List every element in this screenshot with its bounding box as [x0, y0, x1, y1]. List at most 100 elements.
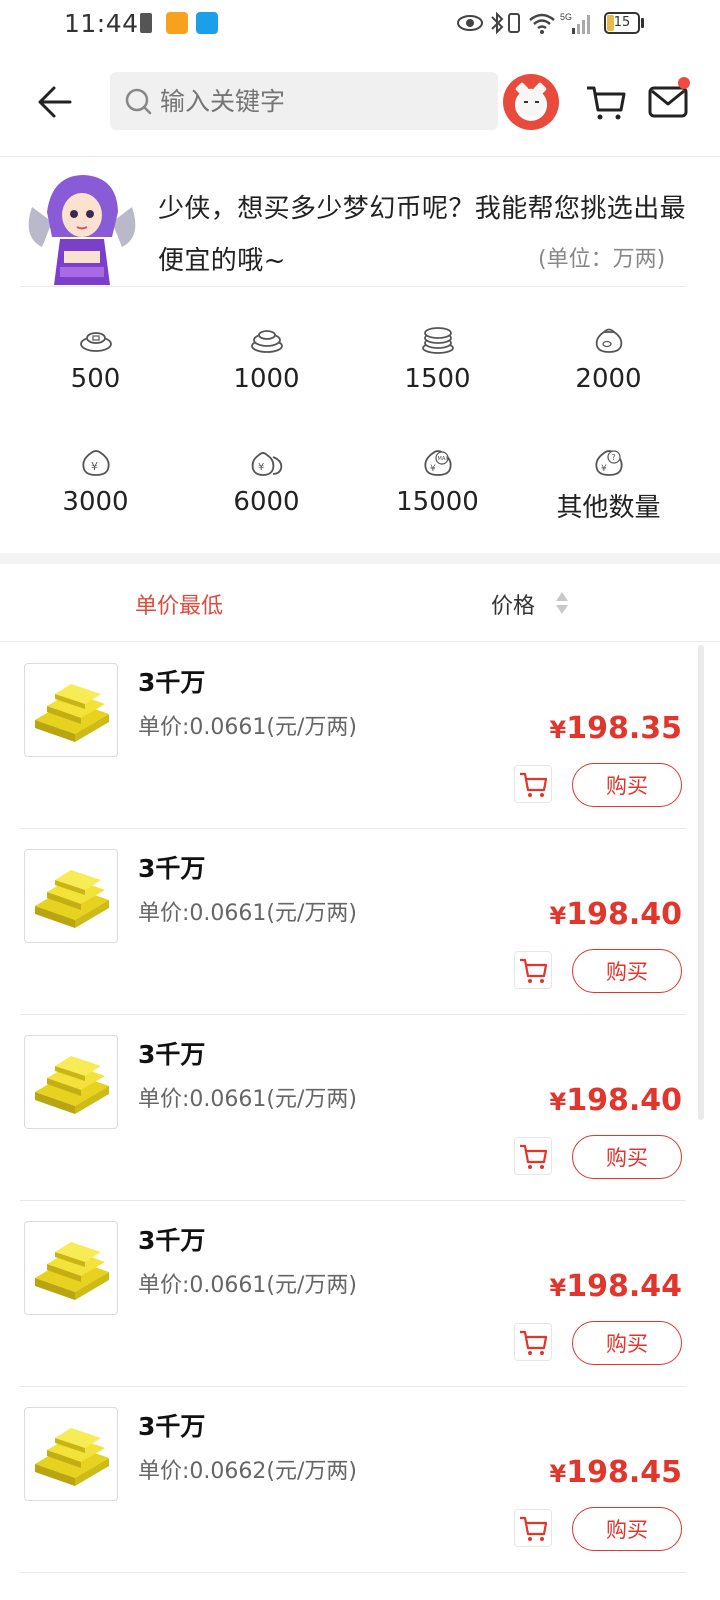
buy-button[interactable]: 购买	[572, 1507, 682, 1551]
buy-button[interactable]: 购买	[572, 949, 682, 993]
add-to-cart-button[interactable]	[514, 1137, 552, 1175]
battery-level: 15	[613, 15, 631, 30]
bluetooth-icon	[491, 11, 504, 35]
price-value: 198.40	[566, 897, 682, 932]
amount-grid: 500 1000 1500 2000 ¥ 3000 ¥ 6000 MAX ¥ 1…	[10, 312, 696, 542]
coin-stack-small-icon	[79, 332, 112, 352]
cart-icon	[520, 1330, 548, 1355]
arrow-left-icon[interactable]	[34, 80, 78, 124]
search-bar[interactable]	[110, 72, 498, 130]
gold-bar-thumbnail	[24, 849, 118, 943]
sort-bar: 单价最低 价格	[0, 564, 720, 642]
status-time: 11:44	[64, 9, 139, 38]
item-unit-price: 单价:0.0661(元/万两)	[138, 715, 357, 740]
buy-button[interactable]: 购买	[572, 1321, 682, 1365]
gold-bar-thumbnail	[24, 663, 118, 757]
amount-option-500[interactable]: 500	[10, 312, 181, 435]
price-value: 198.45	[566, 1455, 682, 1490]
currency-symbol: ¥	[549, 1274, 567, 1302]
notification-dot	[678, 77, 690, 89]
svg-text:¥: ¥	[258, 462, 264, 473]
item-title: 3千万	[138, 668, 206, 697]
cart-icon	[520, 1516, 548, 1541]
status-bar: 11:44 5G 15	[0, 0, 720, 50]
currency-symbol: ¥	[549, 716, 567, 744]
vibrate-icon	[508, 13, 520, 33]
svg-text:¥: ¥	[430, 464, 436, 474]
coin-stack-large-icon	[421, 327, 454, 354]
price-value: 198.44	[566, 1269, 682, 1304]
intro-divider	[20, 286, 686, 287]
item-price: ¥198.35	[550, 711, 682, 746]
wifi-icon	[529, 13, 555, 34]
gold-bar-thumbnail	[24, 1221, 118, 1315]
cart-icon	[520, 1144, 548, 1169]
price-value: 198.40	[566, 1083, 682, 1118]
list-item[interactable]: 3千万 单价:0.0662(元/万两) ¥198.45 购买	[0, 1387, 720, 1573]
battery-saver-icon	[140, 13, 152, 33]
item-unit-price: 单价:0.0661(元/万两)	[138, 1087, 357, 1112]
scrollbar[interactable]	[698, 645, 704, 1120]
amount-option-1500[interactable]: 1500	[352, 312, 523, 435]
sort-price[interactable]: 价格	[491, 588, 535, 620]
item-title: 3千万	[138, 1226, 206, 1255]
item-unit-price: 单价:0.0662(元/万两)	[138, 1459, 357, 1484]
search-app-notification-icon	[196, 12, 218, 34]
item-price: ¥198.40	[550, 897, 682, 932]
item-unit-price: 单价:0.0661(元/万两)	[138, 1273, 357, 1298]
item-price: ¥198.44	[550, 1269, 682, 1304]
amount-option-1000[interactable]: 1000	[181, 312, 352, 435]
signal-5g-icon: 5G	[560, 12, 590, 34]
currency-symbol: ¥	[549, 1088, 567, 1116]
cart-icon	[520, 772, 548, 797]
buy-button[interactable]: 购买	[572, 763, 682, 807]
list-item[interactable]: 3千万 单价:0.0661(元/万两) ¥198.35 购买	[0, 643, 720, 829]
money-bag-max-icon: MAX ¥	[423, 450, 452, 476]
buy-button[interactable]: 购买	[572, 1135, 682, 1179]
money-bag-yen-icon: ¥	[81, 450, 110, 476]
money-bags-yen-icon: ¥	[251, 452, 282, 476]
item-unit-price: 单价:0.0661(元/万两)	[138, 901, 357, 926]
item-price: ¥198.40	[550, 1083, 682, 1118]
search-icon	[125, 88, 152, 115]
list-item[interactable]: 3千万 单价:0.0661(元/万两) ¥198.40 购买	[0, 829, 720, 1015]
amount-option-6000[interactable]: ¥ 6000	[181, 435, 352, 558]
sort-arrows-icon[interactable]	[555, 590, 569, 616]
item-price: ¥198.45	[550, 1455, 682, 1490]
amount-label: 其他数量	[556, 493, 661, 523]
sort-lowest-unit-price[interactable]: 单价最低	[135, 588, 223, 620]
amount-option-15000[interactable]: MAX ¥ 15000	[352, 435, 523, 558]
mascot-character	[28, 175, 136, 285]
cart-icon	[520, 958, 548, 983]
amount-label: 6000	[233, 487, 300, 517]
add-to-cart-button[interactable]	[514, 1323, 552, 1361]
listing-list: 3千万 单价:0.0661(元/万两) ¥198.35 购买 3千万 单价:0.…	[0, 643, 720, 1573]
amount-option-2000[interactable]: 2000	[523, 312, 694, 435]
intro-banner: 少侠，想买多少梦幻币呢？我能帮您挑选出最便宜的哦~ (单位：万两)	[0, 157, 720, 287]
section-gap	[0, 553, 720, 564]
add-to-cart-button[interactable]	[514, 765, 552, 803]
price-value: 198.35	[566, 711, 682, 746]
amount-option-other[interactable]: ? ¥ 其他数量	[523, 435, 694, 558]
avatar[interactable]	[503, 74, 559, 130]
money-bag-question-icon: ? ¥	[594, 450, 623, 476]
svg-text:5G: 5G	[560, 12, 572, 22]
list-item[interactable]: 3千万 单价:0.0661(元/万两) ¥198.40 购买	[0, 1015, 720, 1201]
search-input[interactable]	[160, 72, 480, 130]
svg-text:¥: ¥	[91, 460, 98, 473]
list-item[interactable]: 3千万 单价:0.0661(元/万两) ¥198.44 购买	[0, 1201, 720, 1387]
item-title: 3千万	[138, 1040, 206, 1069]
cart-icon[interactable]	[585, 82, 627, 122]
add-to-cart-button[interactable]	[514, 951, 552, 989]
app-notification-icon	[166, 12, 188, 34]
battery-icon: 15	[604, 12, 640, 34]
amount-option-3000[interactable]: ¥ 3000	[10, 435, 181, 558]
amount-label: 500	[70, 364, 121, 394]
currency-symbol: ¥	[549, 1460, 567, 1488]
svg-text:?: ?	[611, 453, 615, 462]
svg-text:¥: ¥	[601, 464, 607, 474]
add-to-cart-button[interactable]	[514, 1509, 552, 1547]
coin-stack-medium-icon	[250, 330, 283, 353]
item-title: 3千万	[138, 1412, 206, 1441]
unit-note: (单位：万两)	[538, 247, 666, 272]
